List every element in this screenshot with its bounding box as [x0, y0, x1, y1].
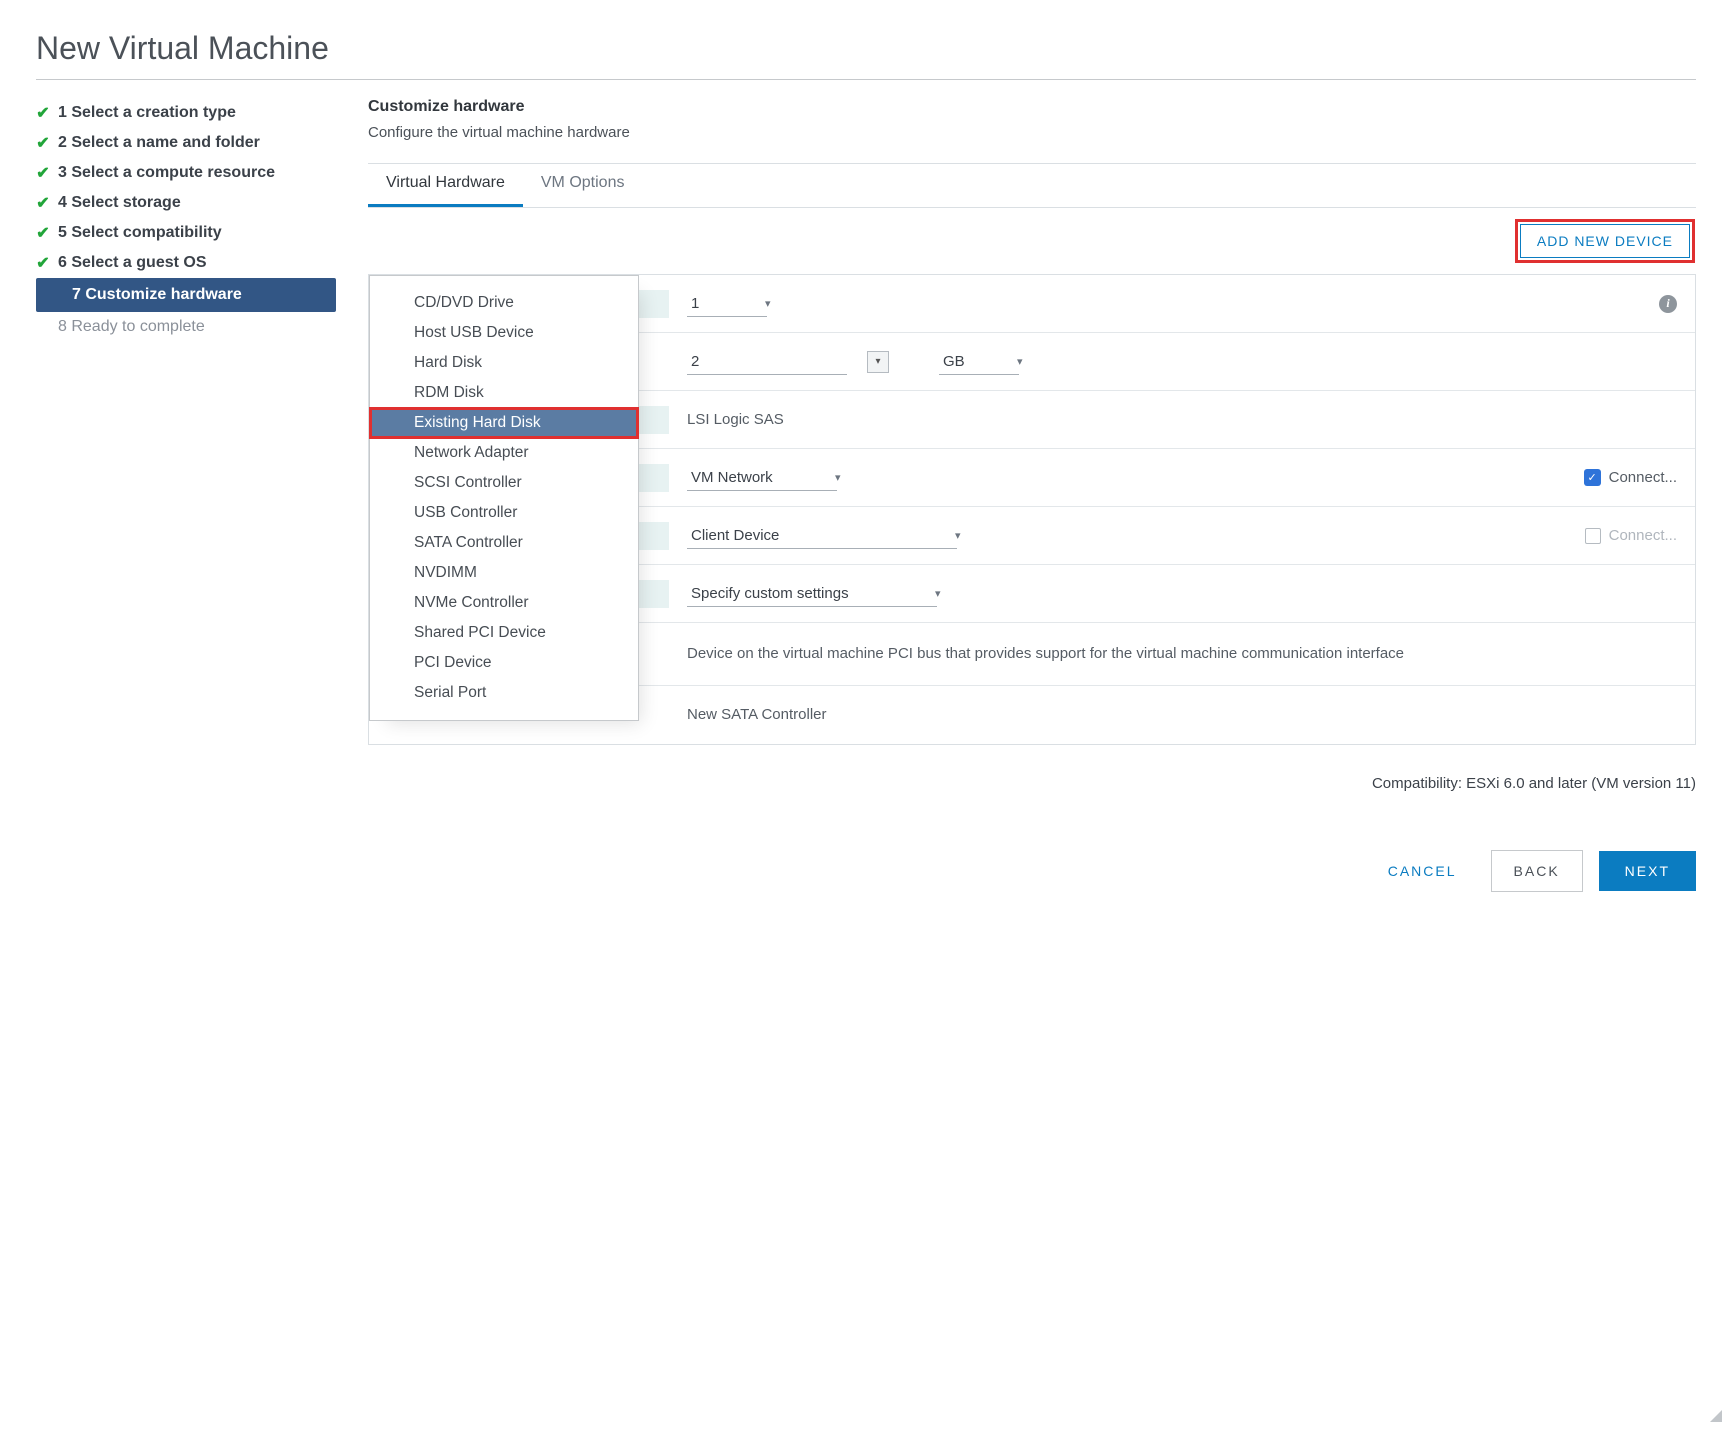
tab-virtual-hardware[interactable]: Virtual Hardware — [368, 164, 523, 207]
divider — [36, 79, 1696, 80]
step-label: 4 Select storage — [58, 194, 181, 212]
wizard-steps: ✔ 1 Select a creation type ✔ 2 Select a … — [36, 98, 336, 892]
step-6[interactable]: ✔ 6 Select a guest OS — [36, 248, 336, 278]
step-label: 1 Select a creation type — [58, 104, 236, 122]
panel-heading: Customize hardware — [368, 98, 1696, 116]
menu-item-sata-controller[interactable]: SATA Controller — [370, 528, 638, 558]
next-button[interactable]: NEXT — [1599, 851, 1696, 891]
toolbar: ADD NEW DEVICE — [368, 208, 1696, 274]
menu-item-usb-controller[interactable]: USB Controller — [370, 498, 638, 528]
check-icon: ✔ — [36, 136, 50, 150]
menu-item-hard-disk[interactable]: Hard Disk — [370, 348, 638, 378]
step-2[interactable]: ✔ 2 Select a name and folder — [36, 128, 336, 158]
memory-stepper[interactable]: ▾ — [867, 351, 889, 373]
add-device-menu: CD/DVD Drive Host USB Device Hard Disk R… — [369, 275, 639, 721]
menu-item-pci-device[interactable]: PCI Device — [370, 648, 638, 678]
tab-bar: Virtual Hardware VM Options — [368, 164, 1696, 208]
tab-vm-options[interactable]: VM Options — [523, 164, 643, 207]
compatibility-text: Compatibility: ESXi 6.0 and later (VM ve… — [368, 775, 1696, 792]
connect-label: Connect... — [1609, 527, 1677, 544]
add-new-device-button[interactable]: ADD NEW DEVICE — [1520, 224, 1690, 258]
cpu-select[interactable] — [687, 291, 767, 317]
menu-item-nvdimm[interactable]: NVDIMM — [370, 558, 638, 588]
panel-subheading: Configure the virtual machine hardware — [368, 124, 1696, 141]
connect-checkbox[interactable]: ✓ — [1584, 469, 1601, 486]
main-panel: Customize hardware Configure the virtual… — [368, 98, 1696, 892]
sata-value: New SATA Controller — [687, 706, 827, 723]
resize-handle-icon[interactable] — [1710, 1410, 1722, 1422]
vmci-description: Device on the virtual machine PCI bus th… — [687, 641, 1404, 667]
menu-item-scsi-controller[interactable]: SCSI Controller — [370, 468, 638, 498]
cddvd-select[interactable] — [687, 523, 957, 549]
info-icon[interactable]: i — [1659, 295, 1677, 313]
step-label: 6 Select a guest OS — [58, 254, 207, 272]
menu-item-network-adapter[interactable]: Network Adapter — [370, 438, 638, 468]
check-icon: ✔ — [36, 196, 50, 210]
connect-checkbox-disabled — [1585, 528, 1601, 544]
hardware-table: CD/DVD Drive Host USB Device Hard Disk R… — [368, 274, 1696, 745]
step-label: 8 Ready to complete — [58, 318, 205, 336]
check-icon: ✔ — [36, 106, 50, 120]
step-3[interactable]: ✔ 3 Select a compute resource — [36, 158, 336, 188]
step-5[interactable]: ✔ 5 Select compatibility — [36, 218, 336, 248]
step-label: 5 Select compatibility — [58, 224, 222, 242]
page-title: New Virtual Machine — [36, 30, 1696, 67]
video-select[interactable] — [687, 581, 937, 607]
check-icon: ✔ — [36, 256, 50, 270]
memory-unit-select[interactable] — [939, 349, 1019, 375]
back-button[interactable]: BACK — [1491, 850, 1583, 892]
scsi-value: LSI Logic SAS — [687, 411, 784, 428]
step-label: 2 Select a name and folder — [58, 134, 260, 152]
memory-input[interactable] — [687, 349, 847, 375]
check-icon: ✔ — [36, 166, 50, 180]
menu-item-host-usb[interactable]: Host USB Device — [370, 318, 638, 348]
step-8: ✔ 8 Ready to complete — [36, 312, 336, 342]
connect-label: Connect... — [1609, 469, 1677, 486]
menu-item-nvme-controller[interactable]: NVMe Controller — [370, 588, 638, 618]
menu-item-existing-hard-disk[interactable]: Existing Hard Disk — [370, 408, 638, 438]
footer: CANCEL BACK NEXT — [368, 850, 1696, 892]
step-label: 7 Customize hardware — [72, 286, 242, 304]
cancel-button[interactable]: CANCEL — [1370, 851, 1475, 891]
menu-item-cddvd[interactable]: CD/DVD Drive — [370, 288, 638, 318]
step-7[interactable]: ✔ 7 Customize hardware — [36, 278, 336, 312]
network-select[interactable] — [687, 465, 837, 491]
check-icon: ✔ — [36, 226, 50, 240]
menu-item-serial-port[interactable]: Serial Port — [370, 678, 638, 708]
step-1[interactable]: ✔ 1 Select a creation type — [36, 98, 336, 128]
menu-item-rdm-disk[interactable]: RDM Disk — [370, 378, 638, 408]
menu-item-shared-pci[interactable]: Shared PCI Device — [370, 618, 638, 648]
step-label: 3 Select a compute resource — [58, 164, 275, 182]
step-4[interactable]: ✔ 4 Select storage — [36, 188, 336, 218]
